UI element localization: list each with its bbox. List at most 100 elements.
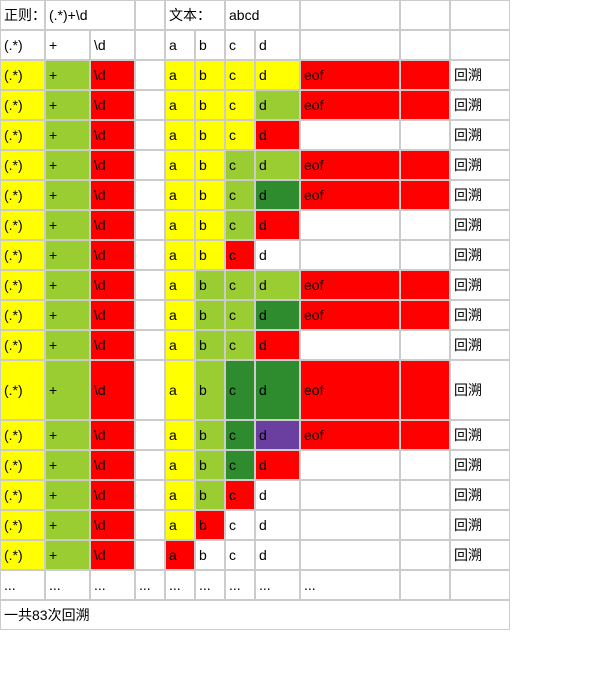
table-cell: d: [255, 90, 300, 120]
table-cell: d: [255, 420, 300, 450]
empty: [300, 0, 400, 30]
table-cell: +: [45, 120, 90, 150]
table-cell: [300, 120, 400, 150]
table-cell: a: [165, 210, 195, 240]
table-cell: b: [195, 210, 225, 240]
footer-summary: 一共83次回溯: [0, 600, 510, 630]
table-cell: a: [165, 270, 195, 300]
spacer: [135, 480, 165, 510]
table-cell: c: [225, 180, 255, 210]
spacer: [135, 0, 165, 30]
backtrack-label: 回溯: [450, 540, 510, 570]
spacer: [135, 450, 165, 480]
empty: [450, 570, 510, 600]
table-cell: eof: [300, 90, 400, 120]
spacer: [135, 90, 165, 120]
table-cell: b: [195, 120, 225, 150]
table-cell: [300, 240, 400, 270]
table-cell: [400, 90, 450, 120]
spacer: [135, 270, 165, 300]
ellipsis: ...: [90, 570, 135, 600]
table-cell: [300, 330, 400, 360]
table-cell: [400, 480, 450, 510]
table-cell: +: [45, 480, 90, 510]
empty: [400, 0, 450, 30]
spacer: [135, 120, 165, 150]
table-cell: (.*): [0, 480, 45, 510]
table-cell: d: [255, 60, 300, 90]
spacer: [135, 240, 165, 270]
ellipsis: ...: [165, 570, 195, 600]
table-cell: d: [255, 120, 300, 150]
table-cell: b: [195, 330, 225, 360]
col-plus: +: [45, 30, 90, 60]
ellipsis: ...: [0, 570, 45, 600]
spacer: [135, 330, 165, 360]
table-cell: +: [45, 210, 90, 240]
backtrack-label: 回溯: [450, 480, 510, 510]
ellipsis: ...: [225, 570, 255, 600]
spacer: [135, 30, 165, 60]
backtrack-label: 回溯: [450, 450, 510, 480]
table-cell: c: [225, 360, 255, 420]
text-value: abcd: [225, 0, 300, 30]
table-cell: a: [165, 90, 195, 120]
table-cell: b: [195, 180, 225, 210]
empty: [450, 30, 510, 60]
backtrack-label: 回溯: [450, 360, 510, 420]
table-cell: [400, 510, 450, 540]
table-cell: d: [255, 360, 300, 420]
table-cell: c: [225, 90, 255, 120]
table-cell: +: [45, 240, 90, 270]
table-cell: c: [225, 240, 255, 270]
regex-backtrack-table: 正则： (.*)+\d 文本： abcd (.*) + \d a b c d (…: [0, 0, 600, 630]
col-c: c: [225, 30, 255, 60]
table-cell: c: [225, 450, 255, 480]
table-cell: b: [195, 240, 225, 270]
table-cell: [400, 330, 450, 360]
table-cell: [300, 480, 400, 510]
table-cell: a: [165, 300, 195, 330]
backtrack-label: 回溯: [450, 120, 510, 150]
table-cell: \d: [90, 270, 135, 300]
table-cell: \d: [90, 240, 135, 270]
table-cell: +: [45, 330, 90, 360]
table-cell: c: [225, 120, 255, 150]
table-cell: [400, 450, 450, 480]
table-cell: [300, 540, 400, 570]
spacer: [135, 210, 165, 240]
table-cell: +: [45, 300, 90, 330]
table-cell: d: [255, 480, 300, 510]
table-cell: a: [165, 420, 195, 450]
backtrack-label: 回溯: [450, 510, 510, 540]
regex-value: (.*)+\d: [45, 0, 135, 30]
table-cell: \d: [90, 450, 135, 480]
table-cell: (.*): [0, 540, 45, 570]
table-cell: (.*): [0, 90, 45, 120]
ellipsis: ...: [45, 570, 90, 600]
table-cell: [400, 420, 450, 450]
empty: [300, 30, 400, 60]
table-cell: \d: [90, 210, 135, 240]
table-cell: eof: [300, 300, 400, 330]
table-cell: \d: [90, 420, 135, 450]
table-cell: d: [255, 450, 300, 480]
backtrack-label: 回溯: [450, 60, 510, 90]
table-cell: +: [45, 270, 90, 300]
spacer: [135, 300, 165, 330]
table-cell: [400, 120, 450, 150]
table-cell: d: [255, 240, 300, 270]
table-cell: +: [45, 90, 90, 120]
table-cell: \d: [90, 90, 135, 120]
col-d: d: [255, 30, 300, 60]
table-cell: c: [225, 420, 255, 450]
table-cell: \d: [90, 330, 135, 360]
table-cell: [400, 210, 450, 240]
table-cell: d: [255, 300, 300, 330]
table-cell: b: [195, 60, 225, 90]
col-b: b: [195, 30, 225, 60]
spacer: [135, 60, 165, 90]
table-cell: a: [165, 360, 195, 420]
table-cell: c: [225, 540, 255, 570]
ellipsis: ...: [195, 570, 225, 600]
